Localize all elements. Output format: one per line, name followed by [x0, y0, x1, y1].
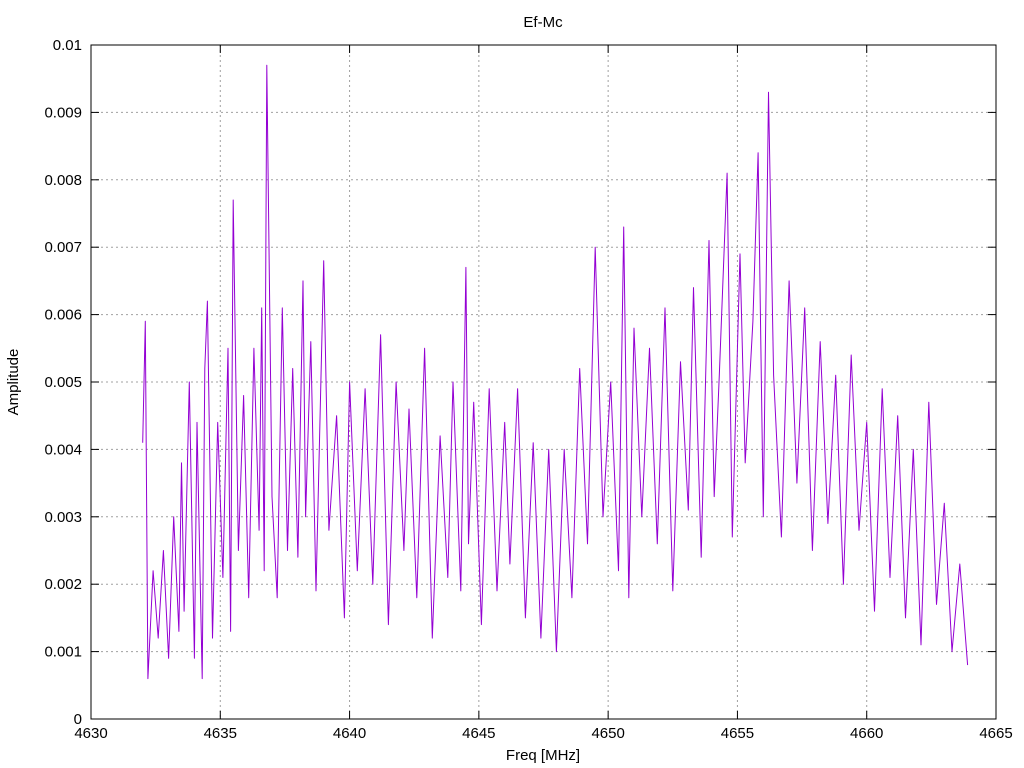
x-tick-label: 4665: [979, 725, 1012, 742]
y-tick-label: 0.009: [44, 104, 82, 121]
chart-title: Ef-Mc: [523, 14, 563, 31]
grid: [91, 45, 996, 719]
y-tick-label: 0.004: [44, 441, 82, 458]
x-tick-label: 4635: [204, 725, 237, 742]
y-axis-label: Amplitude: [5, 349, 22, 416]
y-tick-label: 0.007: [44, 239, 82, 256]
y-tick-label: 0: [74, 711, 82, 728]
chart: 4630 4635 4640 4645 4650 4655 4660 4665 00.0010…: [5, 14, 1013, 764]
x-tick-label: 4650: [591, 725, 624, 742]
x-tick-label: 4660: [850, 725, 883, 742]
y-tick-label: 0.006: [44, 307, 82, 324]
series-line-0: [142, 64, 969, 680]
x-tick-label: 4655: [721, 725, 754, 742]
y-tick-label: 0.001: [44, 644, 82, 661]
y-tick-label: 0.008: [44, 172, 82, 189]
x-tick-label: 4645: [462, 725, 495, 742]
y-tick-label: 0.01: [53, 37, 82, 54]
x-axis-label: Freq [MHz]: [506, 747, 580, 764]
y-tick-labels: 0 0.001 0.002 0.003 0.004 0.005 0.006 0.007 0.00…: [44, 37, 82, 728]
data-series: [142, 64, 969, 680]
y-tick-label: 0.002: [44, 576, 82, 593]
x-tick-labels: 4630 4635 4640 4645 4650 4655 4660 4665: [74, 725, 1012, 742]
y-tick-label: 0.003: [44, 509, 82, 526]
y-tick-label: 0.005: [44, 374, 82, 391]
x-tick-label: 4640: [333, 725, 366, 742]
